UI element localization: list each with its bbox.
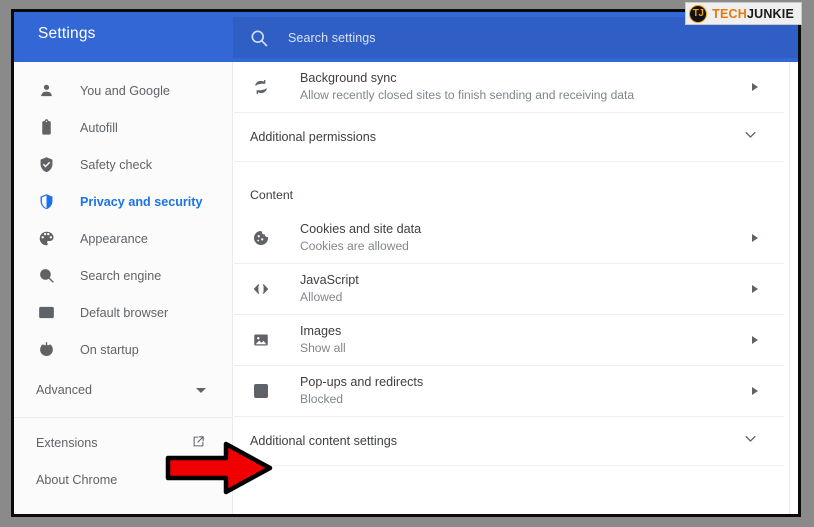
sidebar-item-label: Search engine bbox=[80, 268, 162, 283]
row-text: Additional permissions bbox=[250, 128, 743, 146]
person-icon bbox=[36, 81, 56, 101]
row-additional-permissions[interactable]: Additional permissions bbox=[234, 113, 784, 162]
sidebar-item-on-startup[interactable]: On startup bbox=[14, 331, 232, 368]
sidebar-item-label: Autofill bbox=[80, 120, 118, 135]
sidebar-divider bbox=[14, 417, 232, 418]
row-subtitle: Allowed bbox=[300, 290, 343, 305]
external-link-icon bbox=[250, 380, 272, 402]
chevron-right-icon bbox=[752, 336, 758, 344]
chevron-down-icon bbox=[743, 431, 758, 451]
chevron-right-icon bbox=[752, 234, 758, 242]
sidebar-advanced-label: Advanced bbox=[36, 383, 93, 397]
chevron-right-icon bbox=[752, 285, 758, 293]
row-text: JavaScript Allowed bbox=[300, 271, 752, 307]
palette-icon bbox=[36, 229, 56, 249]
techjunkie-logo: TJ TECH JUNKIE bbox=[685, 2, 802, 25]
settings-body: You and Google Autofill Safety check Pri… bbox=[14, 62, 798, 514]
magnifier-icon bbox=[36, 266, 56, 286]
external-link-icon bbox=[191, 434, 206, 452]
search-input-placeholder: Search settings bbox=[288, 30, 376, 45]
row-title: Additional content settings bbox=[250, 433, 398, 448]
row-subtitle: Allow recently closed sites to finish se… bbox=[300, 88, 635, 103]
sidebar-item-you-and-google[interactable]: You and Google bbox=[14, 72, 232, 109]
sidebar-item-label: You and Google bbox=[80, 83, 170, 98]
row-subtitle: Show all bbox=[300, 341, 346, 356]
sidebar-item-label: Appearance bbox=[80, 231, 148, 246]
sync-icon bbox=[250, 76, 272, 98]
row-text: Pop-ups and redirects Blocked bbox=[300, 373, 752, 409]
logo-word-junkie: JUNKIE bbox=[746, 6, 794, 21]
content-list: Background sync Allow recently closed si… bbox=[234, 62, 784, 466]
row-text: Cookies and site data Cookies are allowe… bbox=[300, 220, 752, 256]
row-popups-and-redirects[interactable]: Pop-ups and redirects Blocked bbox=[234, 366, 784, 417]
search-icon bbox=[249, 28, 269, 48]
row-images[interactable]: Images Show all bbox=[234, 315, 784, 366]
sidebar-item-search-engine[interactable]: Search engine bbox=[14, 257, 232, 294]
row-title: Additional permissions bbox=[250, 129, 376, 144]
settings-sidebar: You and Google Autofill Safety check Pri… bbox=[14, 62, 233, 514]
clipboard-icon bbox=[36, 118, 56, 138]
settings-header: Settings Search settings bbox=[14, 12, 798, 62]
cookie-icon bbox=[250, 227, 272, 249]
row-title: Cookies and site data bbox=[300, 222, 422, 237]
sidebar-item-advanced[interactable]: Advanced bbox=[14, 371, 232, 409]
sidebar-about-label: About Chrome bbox=[36, 472, 118, 487]
logo-word-tech: TECH bbox=[712, 6, 747, 21]
sidebar-item-appearance[interactable]: Appearance bbox=[14, 220, 232, 257]
row-cookies-and-site-data[interactable]: Cookies and site data Cookies are allowe… bbox=[234, 213, 784, 264]
chevron-right-icon bbox=[752, 83, 758, 91]
browser-window-icon bbox=[36, 303, 56, 323]
content-scrollbar[interactable] bbox=[789, 62, 790, 514]
row-subtitle: Blocked bbox=[300, 392, 344, 407]
chevron-down-icon bbox=[743, 127, 758, 147]
browser-window: Settings Search settings You and Google bbox=[11, 9, 801, 517]
page-title: Settings bbox=[38, 25, 96, 42]
sidebar-item-privacy-and-security[interactable]: Privacy and security bbox=[14, 183, 232, 220]
screenshot-frame: Settings Search settings You and Google bbox=[0, 0, 814, 527]
shield-icon bbox=[36, 192, 56, 212]
sidebar-extensions-label: Extensions bbox=[36, 435, 98, 450]
section-label-content: Content bbox=[250, 188, 294, 202]
sidebar-item-label: Privacy and security bbox=[80, 194, 203, 209]
chevron-right-icon bbox=[752, 387, 758, 395]
row-background-sync[interactable]: Background sync Allow recently closed si… bbox=[234, 62, 784, 113]
tj-badge-icon: TJ bbox=[689, 4, 708, 23]
row-additional-content-settings[interactable]: Additional content settings bbox=[234, 417, 784, 466]
sidebar-item-extensions[interactable]: Extensions bbox=[14, 424, 232, 461]
sidebar-item-label: Default browser bbox=[80, 305, 169, 320]
sidebar-item-label: On startup bbox=[80, 342, 139, 357]
row-subtitle: Cookies are allowed bbox=[300, 239, 409, 254]
row-title: Background sync bbox=[300, 71, 397, 86]
row-javascript[interactable]: JavaScript Allowed bbox=[234, 264, 784, 315]
row-title: Pop-ups and redirects bbox=[300, 375, 424, 390]
row-title: Images bbox=[300, 324, 342, 339]
power-icon bbox=[36, 340, 56, 360]
row-text: Additional content settings bbox=[250, 432, 743, 450]
sidebar-item-default-browser[interactable]: Default browser bbox=[14, 294, 232, 331]
sidebar-item-autofill[interactable]: Autofill bbox=[14, 109, 232, 146]
sidebar-item-label: Safety check bbox=[80, 157, 153, 172]
row-text: Images Show all bbox=[300, 322, 752, 358]
image-icon bbox=[250, 329, 272, 351]
settings-content: Background sync Allow recently closed si… bbox=[234, 62, 798, 514]
tj-badge-text: TJ bbox=[692, 7, 704, 19]
row-title: JavaScript bbox=[300, 273, 359, 288]
caret-down-icon bbox=[196, 387, 206, 393]
sidebar-item-safety-check[interactable]: Safety check bbox=[14, 146, 232, 183]
sidebar-item-about-chrome[interactable]: About Chrome bbox=[14, 461, 232, 498]
row-text: Background sync Allow recently closed si… bbox=[300, 69, 752, 105]
shield-check-icon bbox=[36, 155, 56, 175]
code-brackets-icon bbox=[250, 278, 272, 300]
